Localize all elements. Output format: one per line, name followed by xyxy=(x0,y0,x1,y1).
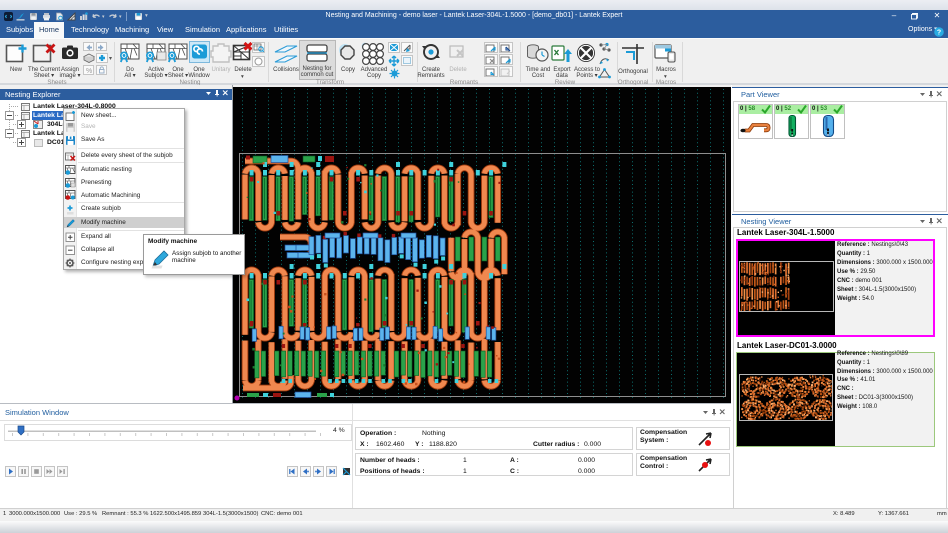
svg-text:%: % xyxy=(86,68,92,74)
svg-text:?: ? xyxy=(937,30,941,37)
